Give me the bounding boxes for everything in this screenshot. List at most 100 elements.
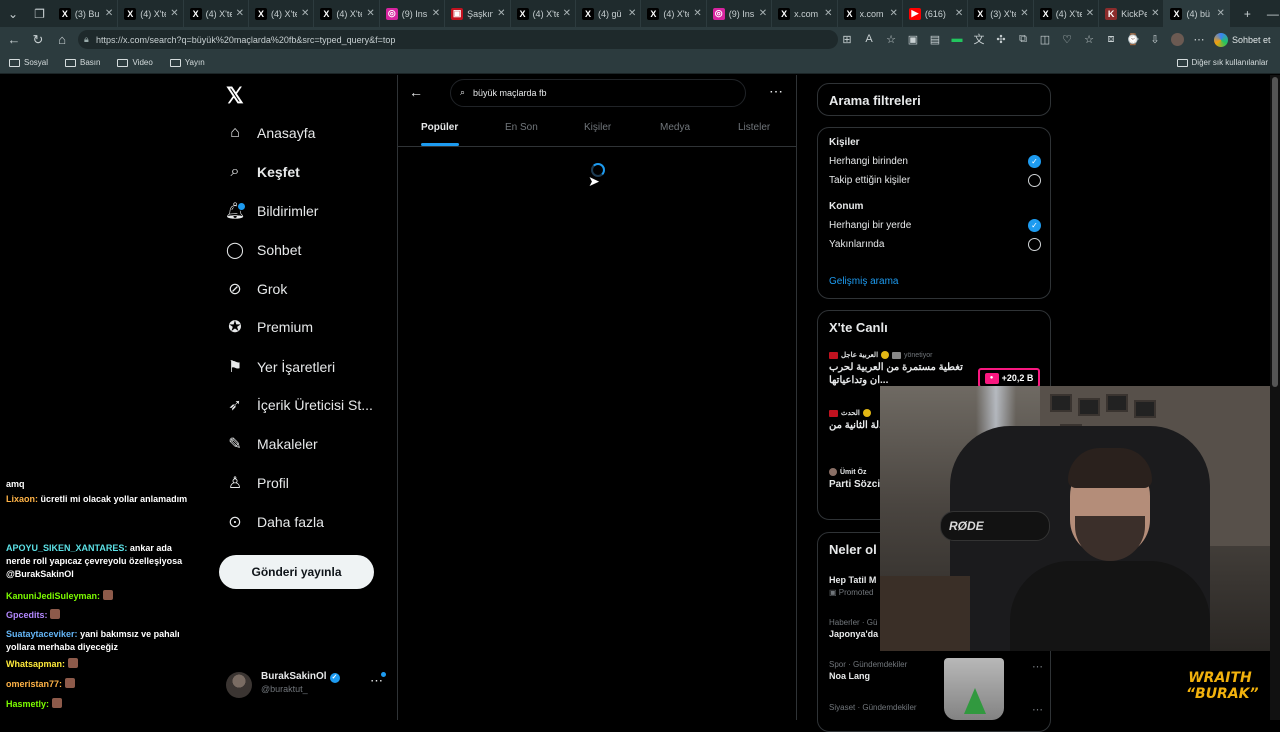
extension-1-icon[interactable]: ▣ bbox=[906, 32, 920, 46]
tab-close-icon[interactable]: ✕ bbox=[1151, 8, 1159, 19]
search-input[interactable]: ⌕ büyük maçlarda fb bbox=[450, 79, 746, 107]
new-tab-icon[interactable]: + bbox=[1236, 7, 1259, 21]
trend-item[interactable]: Siyaset · Gündemdekiler ⋯ bbox=[829, 703, 1043, 716]
browser-tab[interactable]: X (4) X'te ✕ bbox=[511, 0, 576, 27]
browser-tab[interactable]: X (4) gü ✕ bbox=[576, 0, 642, 27]
nav-item[interactable]: ⌂ Anasayfa bbox=[226, 121, 315, 145]
bookmark-folder[interactable]: Yayın bbox=[169, 58, 205, 67]
search-tab[interactable]: Popüler bbox=[421, 122, 458, 133]
split-screen-icon[interactable]: ◫ bbox=[1038, 32, 1052, 46]
browser-tab[interactable]: Xx.com ✕ bbox=[838, 0, 903, 27]
search-tab[interactable]: En Son bbox=[505, 122, 538, 133]
tab-close-icon[interactable]: ✕ bbox=[1020, 8, 1028, 19]
nav-item[interactable]: ➶ İçerik Üreticisi St... bbox=[226, 393, 373, 417]
nav-item[interactable]: ⚑ Yer İşaretleri bbox=[226, 355, 335, 379]
read-aloud-icon[interactable]: A bbox=[862, 32, 876, 46]
tab-close-icon[interactable]: ✕ bbox=[1216, 8, 1224, 19]
back-icon[interactable]: ← bbox=[2, 32, 26, 47]
radio-checked-icon[interactable]: ✓ bbox=[1028, 219, 1041, 232]
post-button[interactable]: Gönderi yayınla bbox=[219, 555, 374, 589]
browser-tab[interactable]: X (4) X'te ✕ bbox=[1034, 0, 1100, 27]
tab-menu-icon[interactable]: ⌄ bbox=[0, 7, 26, 21]
tab-close-icon[interactable]: ✕ bbox=[170, 8, 178, 19]
home-icon[interactable]: ⌂ bbox=[50, 32, 74, 47]
tab-close-icon[interactable]: ✕ bbox=[497, 8, 505, 19]
site-info-icon[interactable]: 🔒︎ bbox=[84, 34, 89, 45]
workspaces-icon[interactable]: ❐ bbox=[26, 7, 53, 21]
bookmark-folder[interactable]: Sosyal bbox=[9, 58, 48, 67]
nav-item[interactable]: ✎ Makaleler bbox=[226, 432, 317, 456]
browser-tab[interactable]: X (4) X'te ✕ bbox=[314, 0, 380, 27]
browser-tab[interactable]: ▶ (616) ✕ bbox=[903, 0, 969, 27]
favorites-icon[interactable]: ☆ bbox=[1082, 32, 1096, 46]
nav-item[interactable]: ◯ Sohbet bbox=[226, 238, 301, 262]
browser-tab[interactable]: X (4) X'te ✕ bbox=[641, 0, 707, 27]
search-options-icon[interactable]: ⋯ bbox=[769, 83, 783, 100]
favorite-star-icon[interactable]: ☆ bbox=[884, 32, 898, 46]
collections-icon[interactable]: ⧈ bbox=[1104, 32, 1118, 46]
downloads-icon[interactable]: ⇩ bbox=[1148, 32, 1162, 46]
search-tab[interactable]: Listeler bbox=[738, 122, 770, 133]
filter-option-following[interactable]: Takip ettiğin kişiler bbox=[829, 174, 1041, 187]
trend-item[interactable]: Spor · Gündemdekiler Noa Lang ⋯ bbox=[829, 660, 1043, 681]
url-field[interactable]: 🔒︎ https://x.com/search?q=büyük%20maçlar… bbox=[78, 30, 838, 49]
tab-close-icon[interactable]: ✕ bbox=[366, 8, 374, 19]
trend-more-icon[interactable]: ⋯ bbox=[1032, 703, 1043, 716]
nav-item[interactable]: ⊘ Grok bbox=[226, 277, 287, 301]
filter-option-anyone[interactable]: Herhangi birinden ✓ bbox=[829, 155, 1041, 168]
tab-close-icon[interactable]: ✕ bbox=[301, 8, 309, 19]
browser-tab[interactable]: X (3) X'te ✕ bbox=[968, 0, 1034, 27]
browser-tab[interactable]: ◎ (9) Ins ✕ bbox=[707, 0, 773, 27]
radio-checked-icon[interactable]: ✓ bbox=[1028, 155, 1041, 168]
filter-option-nearby[interactable]: Yakınlarında bbox=[829, 238, 1041, 251]
radio-unchecked-icon[interactable] bbox=[1028, 174, 1041, 187]
other-bookmarks[interactable]: Diğer sık kullanılanlar bbox=[1176, 58, 1268, 67]
nav-item[interactable]: ⊙ Daha fazla bbox=[226, 510, 324, 534]
extension-4-icon[interactable]: ✣ bbox=[994, 32, 1008, 46]
browser-tab[interactable]: Xx.com ✕ bbox=[772, 0, 838, 27]
translate-icon[interactable]: 文 bbox=[972, 32, 986, 46]
browser-tab[interactable]: X (4) X'te ✕ bbox=[184, 0, 249, 27]
browser-tab[interactable]: X (3) Bu ✕ bbox=[53, 0, 119, 27]
trend-more-icon[interactable]: ⋯ bbox=[1032, 660, 1043, 673]
nav-item[interactable]: ⌕ Keşfet bbox=[226, 160, 300, 184]
tab-close-icon[interactable]: ✕ bbox=[1086, 8, 1094, 19]
live-item[interactable]: العربية عاجل yönetiyor تغطية مستمرة من ال… bbox=[829, 351, 979, 387]
browser-tab[interactable]: X (4) X'te ✕ bbox=[249, 0, 315, 27]
tab-close-icon[interactable]: ✕ bbox=[955, 8, 963, 19]
tab-close-icon[interactable]: ✕ bbox=[105, 8, 113, 19]
browser-tab[interactable]: X (4) X'te ✕ bbox=[118, 0, 184, 27]
nav-item[interactable]: 🔔︎ Bildirimler bbox=[225, 199, 318, 223]
advanced-search-link[interactable]: Gelişmiş arama bbox=[829, 276, 898, 287]
page-scrollbar[interactable] bbox=[1270, 75, 1280, 720]
browser-tab[interactable]: ◎ (9) Ins ✕ bbox=[380, 0, 446, 27]
account-switcher[interactable]: BurakSakinOl ✓ @buraktut_ ⋯ bbox=[226, 670, 388, 700]
tab-close-icon[interactable]: ✕ bbox=[628, 8, 636, 19]
performance-icon[interactable]: ♡ bbox=[1060, 32, 1074, 46]
browser-tab[interactable]: K KickPe ✕ bbox=[1099, 0, 1165, 27]
bookmark-folder[interactable]: Video bbox=[117, 58, 153, 67]
scrollbar-thumb[interactable] bbox=[1272, 77, 1278, 387]
minimize-icon[interactable]: — bbox=[1259, 7, 1280, 21]
search-tab[interactable]: Medya bbox=[660, 122, 690, 133]
extension-2-icon[interactable]: ▤ bbox=[928, 32, 942, 46]
back-arrow-icon[interactable]: ← bbox=[409, 84, 423, 100]
history-icon[interactable]: ⌚ bbox=[1126, 32, 1140, 46]
tab-close-icon[interactable]: ✕ bbox=[759, 8, 767, 19]
tab-close-icon[interactable]: ✕ bbox=[432, 8, 440, 19]
profile-avatar-icon[interactable] bbox=[1170, 32, 1184, 46]
copilot-chat-button[interactable]: Sohbet et bbox=[1214, 31, 1271, 48]
tab-close-icon[interactable]: ✕ bbox=[236, 8, 244, 19]
search-tab[interactable]: Kişiler bbox=[584, 122, 611, 133]
tab-close-icon[interactable]: ✕ bbox=[693, 8, 701, 19]
tab-close-icon[interactable]: ✕ bbox=[890, 8, 898, 19]
app-install-icon[interactable]: ⊞ bbox=[840, 32, 854, 46]
browser-tab[interactable]: ▣ Şaşkın ✕ bbox=[445, 0, 511, 27]
filter-option-anywhere[interactable]: Herhangi bir yerde ✓ bbox=[829, 219, 1041, 232]
nav-item[interactable]: ✪ Premium bbox=[226, 315, 313, 339]
settings-more-icon[interactable]: ⋯ bbox=[1192, 32, 1206, 46]
tab-close-icon[interactable]: ✕ bbox=[563, 8, 571, 19]
extension-3-icon[interactable]: ▬ bbox=[950, 32, 964, 46]
radio-unchecked-icon[interactable] bbox=[1028, 238, 1041, 251]
tab-close-icon[interactable]: ✕ bbox=[824, 8, 832, 19]
